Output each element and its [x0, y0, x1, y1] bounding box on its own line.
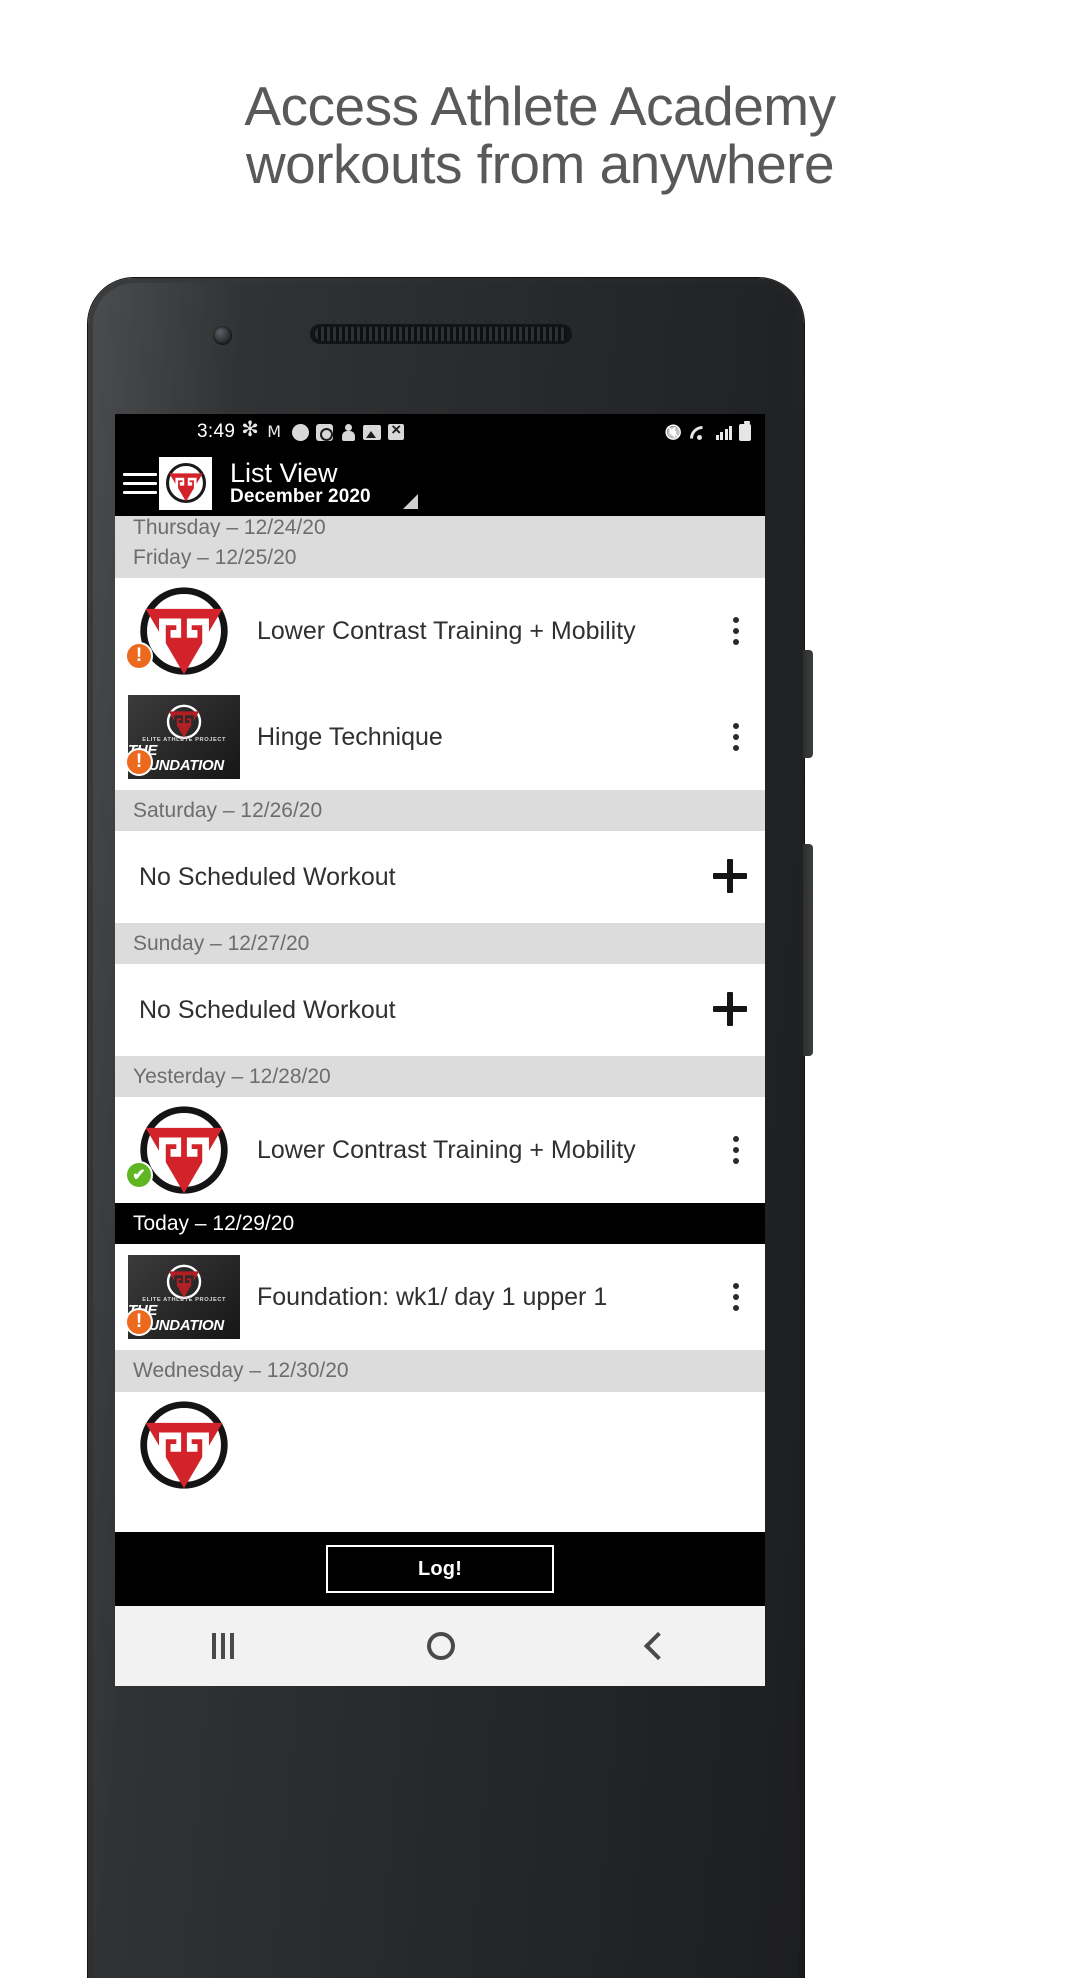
app-bar-titles: List View December 2020 — [230, 459, 371, 507]
mute-icon — [665, 424, 683, 440]
person-icon — [340, 423, 356, 441]
photo-icon — [363, 424, 382, 440]
day-header-label: Sunday – 12/27/20 — [133, 932, 310, 956]
status-badge-incomplete: ! — [125, 748, 153, 777]
day-header-label: Friday – 12/25/20 — [133, 546, 297, 569]
page-title: List View — [230, 458, 338, 489]
add-workout-icon[interactable] — [713, 990, 753, 1030]
overflow-menu-icon[interactable] — [719, 1275, 753, 1319]
foundation-subtitle: ELITE ATHLETE PROJECT — [142, 737, 226, 743]
workout-thumbnail: ! — [115, 578, 253, 684]
signal-icon — [715, 425, 732, 440]
status-bar-clock: 3:49 — [197, 421, 236, 442]
front-camera-icon — [213, 326, 232, 345]
status-bar-left: 3:49 — [197, 420, 405, 443]
phone-device-frame: 3:49 ✻ M × 🔇 List View December 2020 Thu… — [88, 278, 813, 1978]
workout-list[interactable]: Thursday – 12/24/20 Friday – 12/25/20 ! Lo… — [115, 516, 765, 1498]
day-header: Yesterday – 12/28/20 — [115, 1056, 765, 1098]
day-header: Saturday – 12/26/20 — [115, 790, 765, 832]
phone-screen: 3:49 ✻ M × 🔇 List View December 2020 Thu… — [115, 414, 765, 1606]
log-bar: Log! — [115, 1532, 765, 1606]
workout-thumbnail — [115, 1392, 253, 1498]
workout-thumbnail: ✔ — [115, 1097, 253, 1203]
page-headline: Access Athlete Academy workouts from any… — [0, 75, 1080, 195]
workout-title: Foundation: wk1/ day 1 upper 1 — [257, 1282, 608, 1311]
workout-title: Hinge Technique — [257, 722, 443, 751]
clock-icon — [316, 423, 334, 441]
empty-row-label: No Scheduled Workout — [139, 995, 396, 1024]
headline-line-2: workouts from anywhere — [245, 132, 835, 195]
earpiece-speaker — [310, 324, 572, 344]
gmail-icon — [267, 423, 285, 441]
overflow-menu-icon[interactable] — [719, 1128, 753, 1172]
battery-icon — [739, 420, 751, 441]
workout-title: Lower Contrast Training + Mobility — [257, 616, 636, 645]
workout-thumbnail: ELITE ATHLETE PROJECTTHE FOUNDATION! — [115, 1244, 253, 1350]
hamburger-icon[interactable] — [123, 472, 157, 494]
power-button[interactable] — [803, 650, 813, 758]
day-header: Friday – 12/25/20 — [115, 537, 765, 579]
day-header-label: Thursday – 12/24/20 — [133, 516, 326, 537]
slack-icon — [241, 421, 260, 441]
workout-thumbnail: ELITE ATHLETE PROJECTTHE FOUNDATION! — [115, 684, 253, 790]
android-nav-bar — [115, 1606, 765, 1686]
month-label: December 2020 — [230, 486, 371, 508]
day-header: Sunday – 12/27/20 — [115, 923, 765, 965]
overflow-menu-icon[interactable] — [719, 715, 753, 759]
wifi-icon — [690, 425, 709, 440]
workout-title: Lower Contrast Training + Mobility — [257, 1135, 636, 1164]
recent-apps-icon[interactable] — [211, 1633, 234, 1659]
status-bar: 3:49 — [115, 414, 765, 450]
app-bar: List View December 2020 — [115, 450, 765, 516]
day-header-label: Today – 12/29/20 — [133, 1212, 295, 1236]
day-header-today: Today – 12/29/20 — [115, 1203, 765, 1245]
day-header: Thursday – 12/24/20 — [115, 516, 765, 537]
status-badge-incomplete: ! — [125, 642, 153, 671]
day-header-label: Yesterday – 12/28/20 — [133, 1065, 331, 1089]
workout-row[interactable]: ! Lower Contrast Training + Mobility — [115, 578, 765, 685]
add-workout-icon[interactable] — [713, 857, 753, 897]
workout-row[interactable]: ELITE ATHLETE PROJECTTHE FOUNDATION!Hing… — [115, 684, 765, 791]
workout-row[interactable] — [115, 1391, 765, 1498]
day-header-label: Wednesday – 12/30/20 — [133, 1359, 349, 1383]
overflow-menu-icon[interactable] — [719, 609, 753, 653]
home-icon[interactable] — [426, 1632, 455, 1660]
log-button[interactable]: Log! — [326, 1545, 554, 1593]
empty-row-label: No Scheduled Workout — [139, 862, 396, 891]
day-header: Wednesday – 12/30/20 — [115, 1350, 765, 1392]
empty-workout-row[interactable]: No Scheduled Workout — [115, 831, 765, 924]
headline-line-1: Access Athlete Academy — [244, 75, 836, 137]
workout-row[interactable]: ✔ Lower Contrast Training + Mobility — [115, 1097, 765, 1204]
athlete-academy-logo — [159, 456, 212, 510]
status-bar-right — [665, 414, 751, 450]
foundation-subtitle: ELITE ATHLETE PROJECT — [142, 1297, 226, 1304]
circle-icon — [292, 423, 310, 441]
workout-row[interactable]: ELITE ATHLETE PROJECTTHE FOUNDATION!Foun… — [115, 1244, 765, 1351]
triangle-dropdown-icon[interactable] — [403, 494, 418, 509]
close-icon — [388, 420, 405, 440]
volume-button[interactable] — [803, 844, 813, 1056]
empty-workout-row[interactable]: No Scheduled Workout — [115, 964, 765, 1057]
back-icon[interactable] — [644, 1631, 673, 1661]
day-header-label: Saturday – 12/26/20 — [133, 799, 323, 823]
